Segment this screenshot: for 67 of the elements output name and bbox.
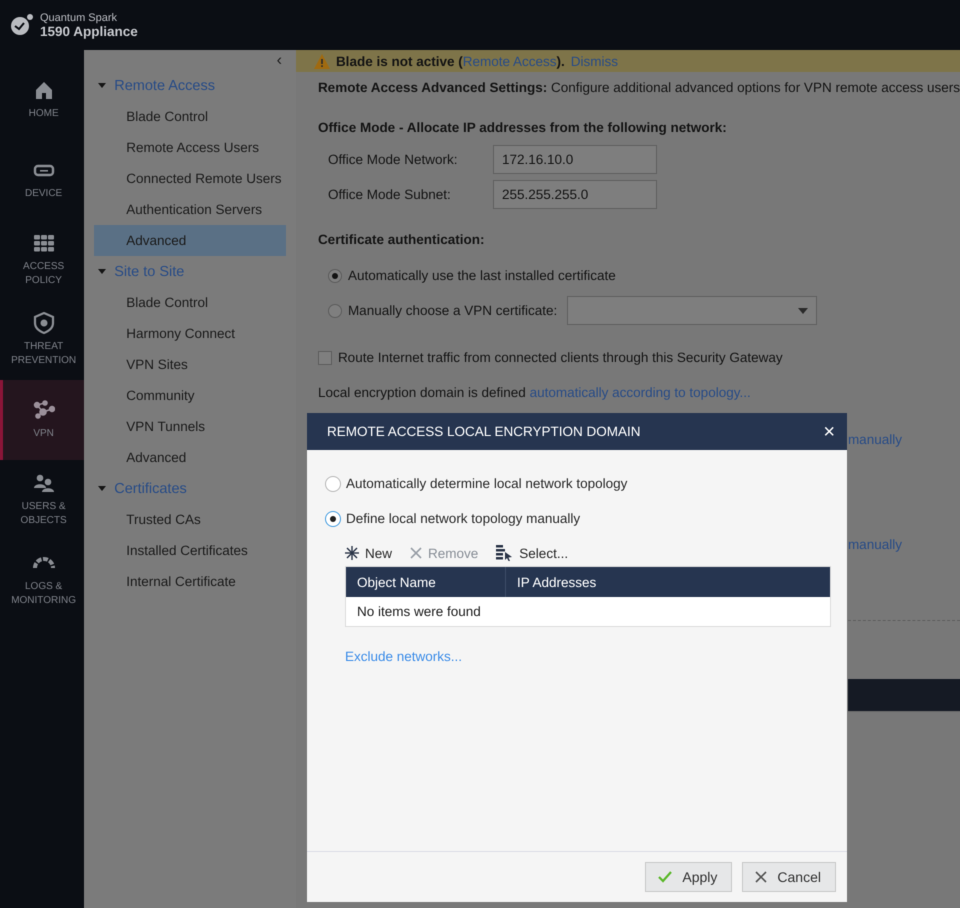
radio-button[interactable] <box>325 476 341 492</box>
menu-item[interactable]: Remote Access Users <box>94 132 286 163</box>
column-header[interactable]: IP Addresses <box>506 567 596 597</box>
radio-button[interactable] <box>328 268 342 282</box>
toolbar-button[interactable]: New <box>343 546 394 560</box>
exclude-networks-link[interactable]: Exclude networks... <box>345 649 462 664</box>
apply-button[interactable]: Apply <box>645 862 732 892</box>
menu-item[interactable]: Installed Certificates <box>94 535 286 566</box>
nav-item[interactable]: THREAT PREVENTION <box>0 300 84 380</box>
section-heading: Office Mode - Allocate IP addresses from the following network: <box>318 120 728 137</box>
warning-icon <box>314 54 330 68</box>
field-label: Office Mode Subnet: <box>328 187 452 202</box>
menu-item[interactable]: Advanced <box>94 225 286 256</box>
check-icon <box>658 871 672 883</box>
caret-icon[interactable] <box>98 486 106 491</box>
checkbox-label: Route Internet traffic from connected clients through this Security Gateway <box>338 350 783 365</box>
nav-item[interactable]: LOGS & MONITORING <box>0 540 84 620</box>
menu-item[interactable]: VPN Sites <box>94 349 286 380</box>
section-heading: Certificate authentication: <box>318 232 486 249</box>
option-label: Automatically use the last installed certificate <box>348 268 616 283</box>
cancel-button[interactable]: Cancel <box>742 862 836 892</box>
field-label: Office Mode Network: <box>328 152 458 167</box>
option-label: Automatically determine local network topology <box>346 476 628 491</box>
menu-item[interactable]: Authentication Servers <box>94 194 286 225</box>
option-label: Define local network topology manually <box>346 511 580 526</box>
list-cursor-icon <box>496 545 514 561</box>
nav-item[interactable]: USERS & OBJECTS <box>0 460 84 540</box>
menu-item[interactable]: Advanced <box>94 442 286 473</box>
radio-button[interactable] <box>328 304 342 318</box>
users-icon <box>32 472 55 494</box>
caret-icon[interactable] <box>98 269 106 274</box>
nav-item[interactable]: ACCESS POLICY <box>0 220 84 300</box>
settings-description: Remote Access Advanced Settings: Configure additional advanced options for VPN remote access users <box>318 80 960 97</box>
checkbox[interactable] <box>318 350 332 364</box>
caret-icon[interactable] <box>98 83 106 88</box>
radio-button[interactable] <box>325 510 341 526</box>
encryption-domain-text: Local encryption domain is defined automatically according to topology... <box>318 384 752 402</box>
input-field[interactable]: 172.16.10.0 <box>492 145 657 174</box>
menu-item[interactable]: Connected Remote Users <box>94 163 286 194</box>
dialog-title: REMOTE ACCESS LOCAL ENCRYPTION DOMAIN <box>327 424 641 439</box>
toolbar-button[interactable]: Select... <box>494 545 570 561</box>
banner-message: Blade is not active (Remote Access). <box>336 54 565 68</box>
column-header[interactable]: Object Name <box>346 567 506 597</box>
x-icon <box>410 547 422 559</box>
input-field[interactable]: 255.255.255.0 <box>492 180 657 209</box>
shield-icon <box>32 312 55 334</box>
menu-item[interactable]: VPN Tunnels <box>94 411 286 442</box>
product-name: Quantum Spark <box>40 12 118 24</box>
menu-item[interactable]: Harmony Connect <box>94 318 286 349</box>
grid-icon <box>32 232 55 254</box>
nav-item[interactable]: HOME <box>0 60 84 140</box>
nav-item[interactable]: DEVICE <box>0 140 84 220</box>
menu-item[interactable]: Trusted CAs <box>94 504 286 535</box>
network-icon <box>32 399 55 421</box>
menu-item[interactable]: Blade Control <box>94 101 286 132</box>
menu-item[interactable]: Blade Control <box>94 287 286 318</box>
menu-item[interactable]: Community <box>94 380 286 411</box>
nav-item[interactable]: VPN <box>0 380 84 460</box>
close-icon <box>755 871 768 883</box>
collapse-button[interactable]: ‹ <box>276 52 282 70</box>
option-label: Manually choose a VPN certificate: <box>348 303 558 318</box>
appliance-model: 1590 Appliance <box>40 24 138 38</box>
empty-message: No items were found <box>356 603 482 621</box>
sparkle-icon <box>345 546 359 560</box>
menu-item[interactable]: Internal Certificate <box>94 566 286 597</box>
logo-icon <box>10 13 34 37</box>
close-button[interactable]: × <box>823 422 835 442</box>
